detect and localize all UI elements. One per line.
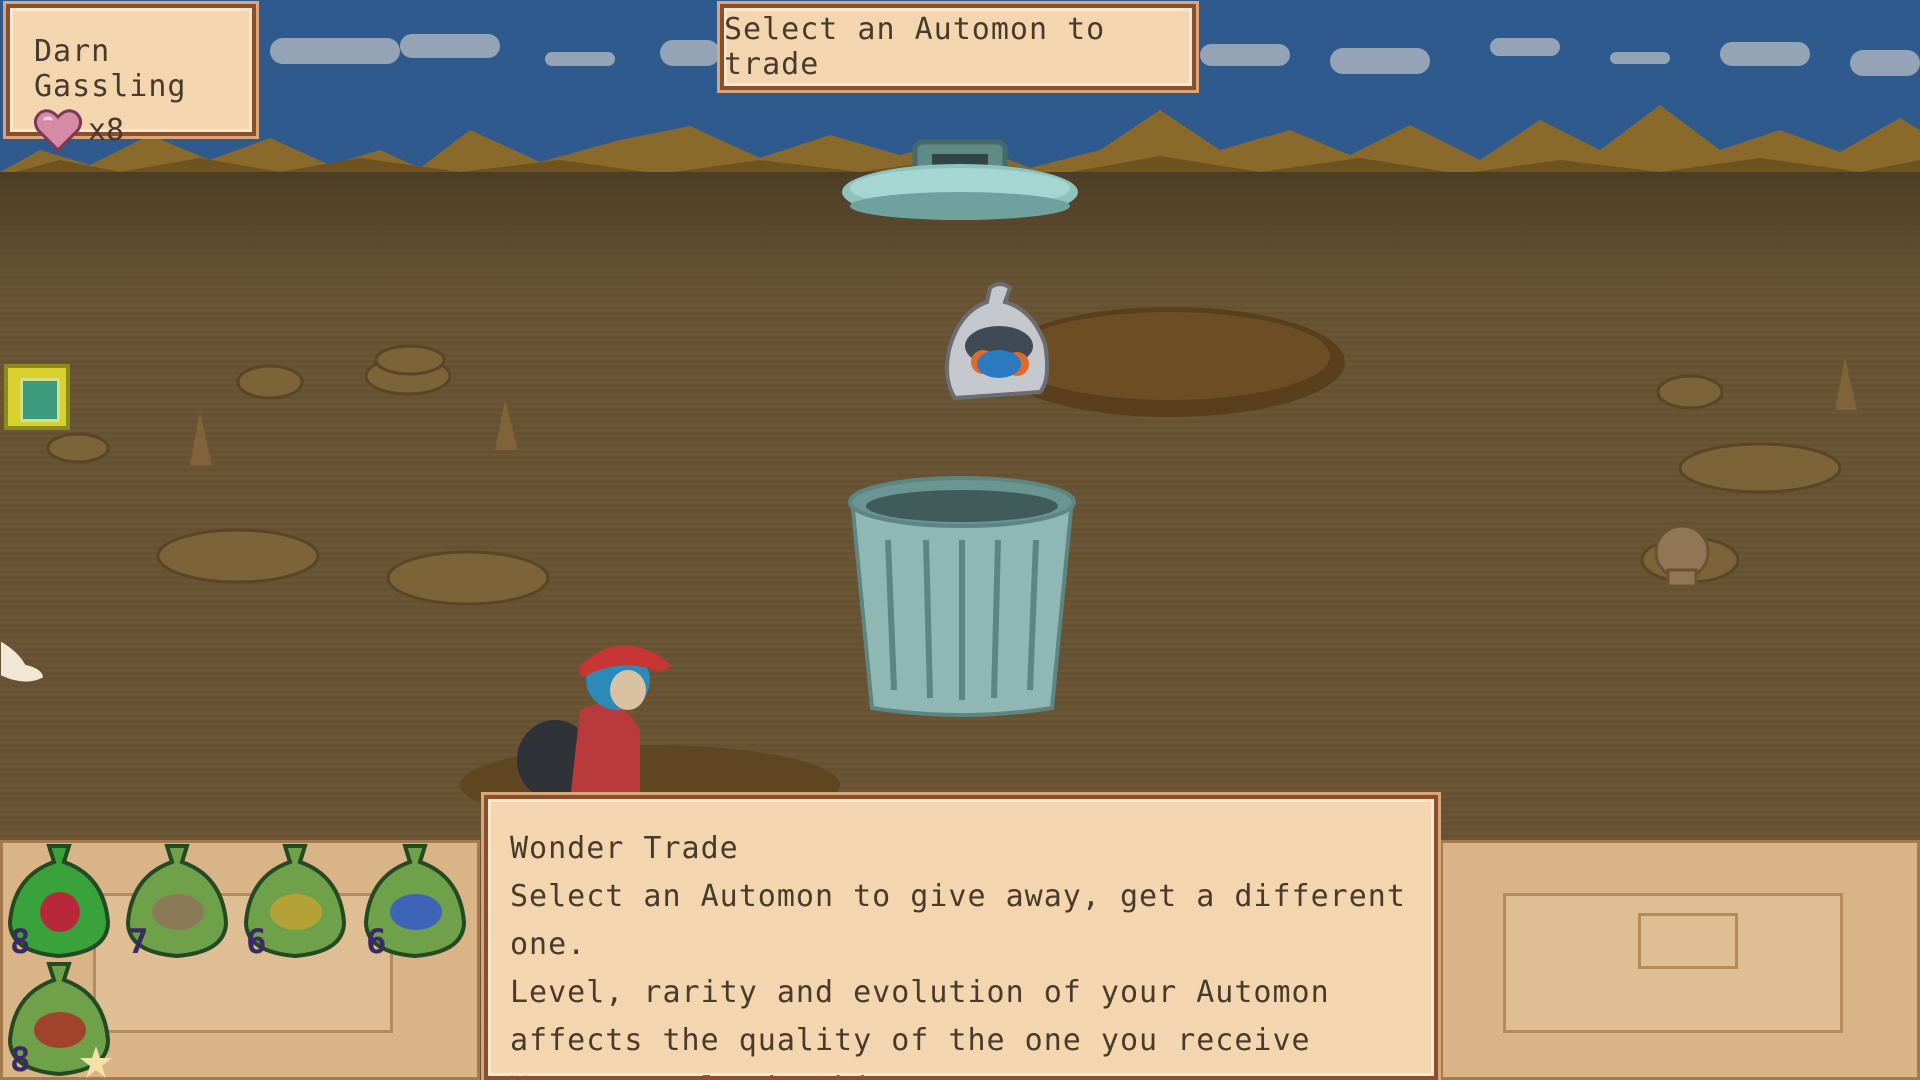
player-character	[517, 645, 672, 800]
party-slot[interactable]: 8	[4, 960, 114, 1080]
game-scene: 8 7 6 6 8 Darn Gassling x8 Select an Aut…	[0, 0, 1920, 1080]
trash-bag-automon[interactable]	[935, 280, 1065, 410]
automon-level: 6	[366, 922, 387, 962]
lives-counter: x8	[34, 108, 252, 152]
automon-level: 8	[10, 1040, 31, 1080]
lives-count: x8	[88, 112, 125, 148]
dialog-title: Wonder Trade	[510, 831, 739, 866]
player-info-panel: Darn Gassling x8	[6, 4, 256, 152]
party-slot[interactable]: 7	[122, 842, 232, 962]
party-slot[interactable]: 6	[360, 842, 470, 962]
automon-level: 8	[10, 922, 31, 962]
prompt-banner: Select an Automon to trade	[720, 4, 1196, 90]
pointer-hand	[0, 638, 46, 684]
dialog-line: affects the quality of the one you recei…	[510, 1023, 1311, 1058]
storage-tray	[1440, 840, 1920, 1080]
heart-icon	[34, 109, 82, 152]
dialog-line: Select an Automon to give away, get a di…	[510, 879, 1406, 962]
tray-drawer	[1638, 913, 1738, 969]
automon-level: 7	[128, 922, 149, 962]
automon-level: 6	[246, 922, 267, 962]
trash-can[interactable]	[842, 470, 1082, 720]
map-icon[interactable]	[4, 364, 70, 430]
party-slot[interactable]: 8	[4, 842, 114, 962]
dialog-line: Level, rarity and evolution of your Auto…	[510, 975, 1330, 1010]
trash-can-lid[interactable]	[840, 136, 1080, 236]
dialog-warning: You can only do this once	[510, 1065, 1434, 1080]
wonder-trade-dialog: Wonder Trade Select an Automon to give a…	[484, 795, 1438, 1080]
party-slot[interactable]: 6	[240, 842, 350, 962]
prompt-text: Select an Automon to trade	[724, 12, 1106, 82]
player-name: Darn Gassling	[34, 34, 187, 104]
